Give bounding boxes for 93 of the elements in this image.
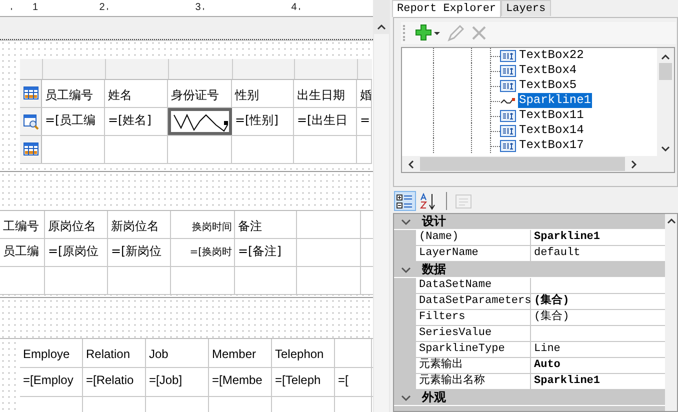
column-header: 性别 <box>235 88 259 102</box>
category-label: 数据 <box>422 261 446 278</box>
property-value[interactable]: Auto <box>531 358 665 373</box>
textbox-icon <box>500 124 516 138</box>
tree-item[interactable]: TextBox11 <box>518 108 585 123</box>
field-expression: =[出生日 <box>297 113 348 127</box>
scrollbar[interactable] <box>665 214 677 411</box>
column-header: 姓名 <box>108 88 132 102</box>
tree-item[interactable]: TextBox14 <box>518 123 585 138</box>
scrollbar[interactable] <box>373 0 390 412</box>
field-expression: =[Job] <box>149 373 182 387</box>
field-expression: =[Teleph <box>275 373 321 387</box>
chevron-icon[interactable] <box>400 216 412 226</box>
field-expression: =[新岗位 <box>111 244 162 258</box>
scrollbar-thumb[interactable] <box>374 34 389 412</box>
field-expression: =[姓名] <box>108 113 152 127</box>
scrollbar-thumb[interactable] <box>420 157 625 171</box>
chevron-icon[interactable] <box>400 392 412 402</box>
field-expression: =[Membe <box>212 373 262 387</box>
column-header: 原岗位名 <box>48 219 96 233</box>
report-table[interactable]: Employe Relation Job Member Telephon =[Employ =[Relatio =[Job] =[Membe =[Teleph =[ <box>20 339 373 412</box>
property-name: SeriesValue <box>416 326 531 341</box>
property-name: DataSetParameters <box>416 294 531 309</box>
property-name: 元素输出 <box>416 358 531 373</box>
tree-item[interactable]: Sparkline1 <box>518 93 592 108</box>
scroll-right-icon[interactable] <box>631 160 637 168</box>
panel-tab[interactable]: Layers <box>501 0 551 16</box>
column-header: 换岗时间 <box>192 222 232 233</box>
textbox-icon <box>500 48 516 62</box>
add-dropdown-icon[interactable] <box>415 24 441 42</box>
scroll-up-icon[interactable] <box>377 24 386 30</box>
property-value[interactable]: default <box>531 246 665 261</box>
textbox-icon <box>500 138 516 152</box>
scrollbar-thumb[interactable] <box>659 63 672 80</box>
column-header: 新岗位名 <box>111 219 159 233</box>
column-header: 员工编号 <box>45 88 93 102</box>
property-name: LayerName <box>416 246 531 261</box>
property-value[interactable]: Sparkline1 <box>531 374 665 389</box>
categorized-icon <box>395 192 415 210</box>
panel-tab[interactable]: Report Explorer <box>392 0 502 17</box>
column-header: Job <box>149 347 168 361</box>
field-expression: =[原岗位 <box>48 244 99 258</box>
field-expression: =[换岗时 <box>190 247 232 258</box>
field-expression: 员工编 <box>3 244 39 258</box>
property-name: 元素输出名称 <box>416 374 531 389</box>
column-header: Telephon <box>275 347 324 361</box>
property-value[interactable]: Line <box>531 342 665 357</box>
horizontal-scrollbar[interactable] <box>402 156 674 172</box>
field-expression: =[Employ <box>23 373 74 387</box>
table-footer-icon[interactable] <box>22 142 38 158</box>
property-name: (Name) <box>416 230 531 245</box>
table-detail-icon[interactable] <box>22 114 38 130</box>
column-header: 工编号 <box>3 219 39 233</box>
field-expression: =[Relatio <box>86 373 134 387</box>
field-expression: =[ <box>338 373 348 387</box>
categorized-button[interactable] <box>394 191 416 211</box>
property-value[interactable] <box>531 326 665 341</box>
column-header: 备注 <box>238 219 262 233</box>
property-pages-icon <box>454 192 474 210</box>
sparkline-cell[interactable] <box>168 108 232 135</box>
property-name: SparklineType <box>416 342 531 357</box>
tree-item[interactable]: TextBox4 <box>518 63 578 78</box>
report-table[interactable]: 工编号 原岗位名 新岗位名 换岗时间 备注 员工编 =[原岗位 =[新岗位 =[换岗时 =[备注] <box>0 211 373 295</box>
scroll-down-icon[interactable] <box>661 146 670 152</box>
tree-item[interactable]: TextBox17 <box>518 138 585 153</box>
column-header: Member <box>212 347 256 361</box>
property-value[interactable] <box>531 278 665 293</box>
category-label: 设计 <box>422 214 446 230</box>
textbox-icon <box>500 108 516 122</box>
textbox-icon <box>500 64 516 78</box>
scrollbar[interactable] <box>657 48 674 156</box>
column-header: 出生日期 <box>297 88 345 102</box>
field-expression: =[备注] <box>238 244 282 258</box>
tree-item[interactable]: TextBox22 <box>518 48 585 63</box>
property-name: DataSetName <box>416 278 531 293</box>
property-name: Filters <box>416 310 531 325</box>
column-header: Employe <box>23 347 70 361</box>
scroll-left-icon[interactable] <box>408 160 414 168</box>
tree-item[interactable]: TextBox5 <box>518 78 578 93</box>
column-header: Relation <box>86 347 130 361</box>
field-expression: =[员工编 <box>45 113 96 127</box>
chevron-icon[interactable] <box>400 264 412 274</box>
textbox-icon <box>500 78 516 92</box>
property-value[interactable]: (集合) <box>531 294 665 309</box>
table-header-icon[interactable] <box>22 86 38 102</box>
category-label: 外观 <box>422 389 446 406</box>
scroll-up-icon[interactable] <box>661 54 670 60</box>
column-header: 身份证号 <box>171 88 219 102</box>
field-expression: =[性别] <box>235 113 278 127</box>
field-expression: =[ <box>360 113 371 127</box>
property-value[interactable]: Sparkline1 <box>531 230 665 245</box>
scroll-up-icon[interactable] <box>666 218 676 224</box>
property-value[interactable]: (集合) <box>531 310 665 325</box>
